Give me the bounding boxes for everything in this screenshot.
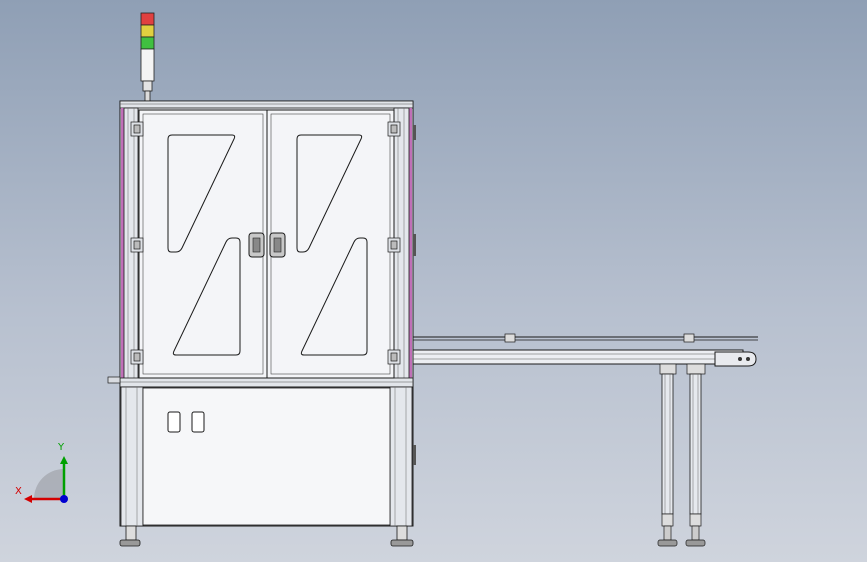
tower-body xyxy=(140,48,155,82)
conveyor-leg-1 xyxy=(661,373,674,515)
conveyor-leg-2 xyxy=(689,373,702,515)
upper-bottom-rail xyxy=(119,377,414,388)
power-switch-left xyxy=(167,411,181,433)
y-axis-label: Y xyxy=(58,442,65,453)
tower-light-yellow xyxy=(140,24,155,38)
cad-viewport[interactable]: X Y xyxy=(0,0,867,562)
tower-mount xyxy=(144,90,151,102)
left-side-bracket xyxy=(107,376,121,384)
rail-clamp-1 xyxy=(504,333,516,343)
left-door xyxy=(138,109,268,379)
power-switch-right xyxy=(191,411,205,433)
lower-left-leg xyxy=(120,386,144,527)
triad-plane xyxy=(34,469,64,499)
upper-cabinet xyxy=(107,100,414,388)
lower-right-leg xyxy=(389,386,413,527)
axis-triad[interactable] xyxy=(24,456,68,503)
signal-tower xyxy=(140,12,155,102)
tower-light-red xyxy=(140,12,155,26)
left-accent-strip xyxy=(121,108,124,386)
rail-clamp-2 xyxy=(683,333,695,343)
tower-stem xyxy=(142,80,153,92)
machine-drawing xyxy=(24,12,758,547)
tower-light-green xyxy=(140,36,155,50)
z-axis-dot xyxy=(60,495,68,503)
right-accent-strip xyxy=(409,108,412,386)
top-rail xyxy=(119,100,414,109)
x-axis-label: X xyxy=(15,486,22,497)
conveyor-belt xyxy=(412,349,744,365)
right-door xyxy=(266,109,395,379)
conveyor xyxy=(412,333,758,547)
cabinet-feet xyxy=(119,525,414,547)
lower-panel xyxy=(142,387,391,526)
